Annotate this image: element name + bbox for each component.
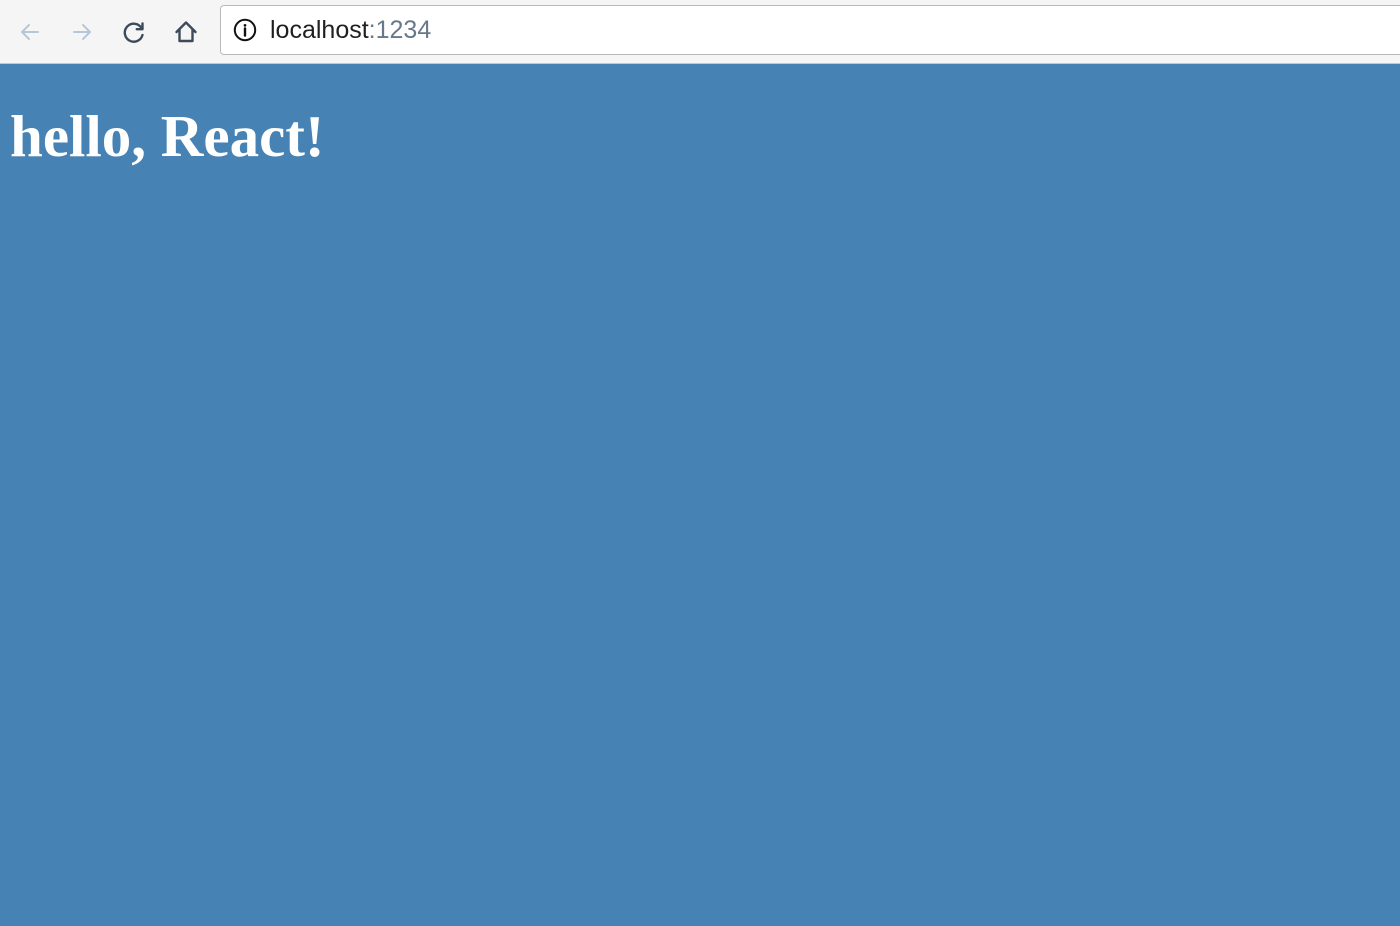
url-port: :1234 xyxy=(368,16,432,44)
address-bar[interactable]: localhost:1234 xyxy=(220,5,1400,55)
page-heading: hello, React! xyxy=(10,103,325,169)
page-content: hello, React! xyxy=(0,64,1400,926)
info-icon[interactable] xyxy=(233,18,257,42)
reload-button[interactable] xyxy=(114,12,154,52)
reload-icon xyxy=(120,18,148,46)
arrow-right-icon xyxy=(68,18,96,46)
browser-window: localhost:1234 hello, React! xyxy=(0,0,1400,926)
forward-button[interactable] xyxy=(62,12,102,52)
url-host: localhost xyxy=(270,16,369,44)
home-button[interactable] xyxy=(166,12,206,52)
browser-toolbar: localhost:1234 xyxy=(0,0,1400,64)
arrow-left-icon xyxy=(16,18,44,46)
address-bar-url[interactable]: localhost:1234 xyxy=(270,5,431,55)
home-icon xyxy=(172,18,200,46)
back-button[interactable] xyxy=(10,12,50,52)
